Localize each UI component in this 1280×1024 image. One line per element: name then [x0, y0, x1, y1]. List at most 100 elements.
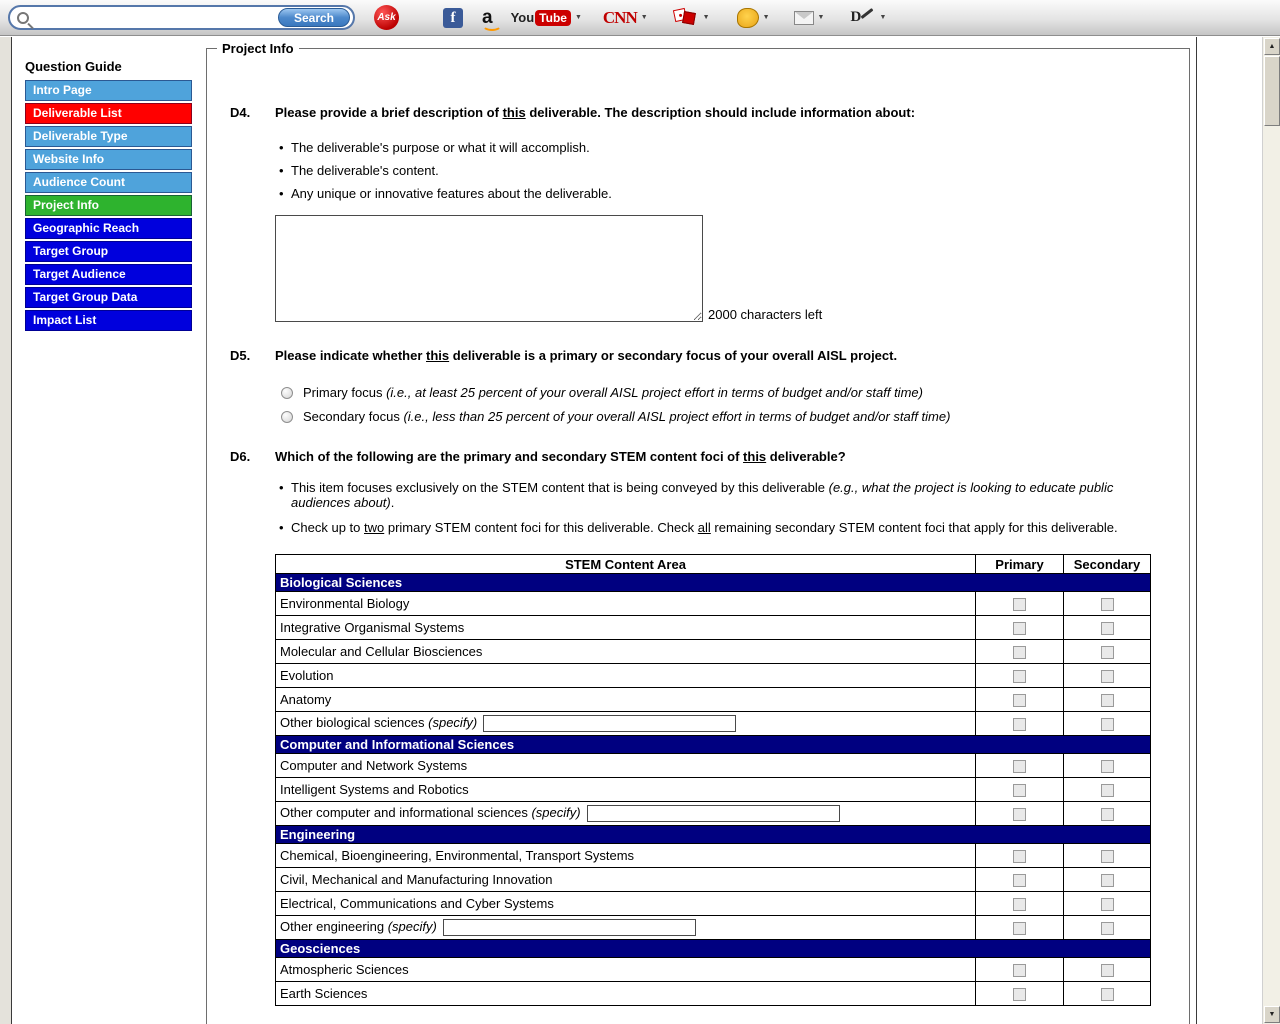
question-d5-text: Please indicate whether this deliverable…	[275, 348, 1169, 363]
cnn-icon: CNN	[603, 8, 637, 28]
primary-checkbox[interactable]	[1013, 898, 1026, 911]
secondary-checkbox[interactable]	[1101, 874, 1114, 887]
ask-icon: Ask	[374, 5, 399, 30]
question-d6-number: D6.	[230, 449, 275, 464]
secondary-cell	[1064, 802, 1151, 826]
secondary-checkbox[interactable]	[1101, 808, 1114, 821]
cnn-shortcut[interactable]: CNN	[603, 8, 648, 28]
d6-bullet: This item focuses exclusively on the STE…	[279, 480, 1124, 510]
secondary-checkbox[interactable]	[1101, 646, 1114, 659]
primary-checkbox[interactable]	[1013, 718, 1026, 731]
sidebar-item-impact-list[interactable]: Impact List	[25, 310, 192, 331]
facebook-icon: f	[443, 8, 463, 28]
question-d4-text: Please provide a brief description of th…	[275, 105, 1169, 120]
secondary-checkbox[interactable]	[1101, 622, 1114, 635]
dice-shortcut[interactable]	[672, 6, 710, 29]
primary-checkbox[interactable]	[1013, 670, 1026, 683]
stem-area-label: Other biological sciences (specify)	[276, 712, 976, 736]
primary-cell	[976, 592, 1064, 616]
sidebar-item-deliverable-list[interactable]: Deliverable List	[25, 103, 192, 124]
secondary-cell	[1064, 712, 1151, 736]
secondary-checkbox[interactable]	[1101, 922, 1114, 935]
question-d4-number: D4.	[230, 105, 275, 120]
scroll-down-button[interactable]	[1264, 1006, 1280, 1023]
sidebar-item-target-audience[interactable]: Target Audience	[25, 264, 192, 285]
primary-checkbox[interactable]	[1013, 598, 1026, 611]
mail-icon	[794, 11, 814, 25]
column-header-secondary: Secondary	[1064, 555, 1151, 574]
facebook-shortcut[interactable]: f	[443, 8, 463, 28]
primary-checkbox[interactable]	[1013, 760, 1026, 773]
primary-focus-label: Primary focus (i.e., at least 25 percent…	[303, 385, 923, 400]
description-textarea[interactable]	[275, 215, 703, 322]
specify-input[interactable]	[483, 715, 736, 732]
stem-area-label: Electrical, Communications and Cyber Sys…	[276, 892, 976, 916]
search-input[interactable]	[35, 8, 278, 27]
youtube-shortcut[interactable]: You Tube	[511, 10, 582, 26]
secondary-checkbox[interactable]	[1101, 760, 1114, 773]
sidebar-item-target-group-data[interactable]: Target Group Data	[25, 287, 192, 308]
secondary-checkbox[interactable]	[1101, 898, 1114, 911]
secondary-cell	[1064, 868, 1151, 892]
stem-area-label: Molecular and Cellular Biosciences	[276, 640, 976, 664]
table-row: Atmospheric Sciences	[276, 958, 1151, 982]
primary-cell	[976, 688, 1064, 712]
survey-page: Question Guide Intro PageDeliverable Lis…	[11, 37, 1197, 1024]
table-row: Computer and Network Systems	[276, 754, 1151, 778]
stem-area-label: Integrative Organismal Systems	[276, 616, 976, 640]
secondary-checkbox[interactable]	[1101, 964, 1114, 977]
primary-checkbox[interactable]	[1013, 646, 1026, 659]
table-row: Chemical, Bioengineering, Environmental,…	[276, 844, 1151, 868]
d4-bullets: The deliverable's purpose or what it wil…	[279, 136, 1169, 205]
secondary-focus-option: Secondary focus (i.e., less than 25 perc…	[281, 409, 1169, 424]
primary-checkbox[interactable]	[1013, 622, 1026, 635]
table-row: Other computer and informational science…	[276, 802, 1151, 826]
sidebar-item-deliverable-type[interactable]: Deliverable Type	[25, 126, 192, 147]
primary-cell	[976, 664, 1064, 688]
question-d5-number: D5.	[230, 348, 275, 363]
sidebar-item-website-info[interactable]: Website Info	[25, 149, 192, 170]
primary-focus-radio[interactable]	[281, 387, 293, 399]
stem-area-label: Civil, Mechanical and Manufacturing Inno…	[276, 868, 976, 892]
sidebar-item-audience-count[interactable]: Audience Count	[25, 172, 192, 193]
sidebar-item-project-info[interactable]: Project Info	[25, 195, 192, 216]
secondary-checkbox[interactable]	[1101, 694, 1114, 707]
amazon-shortcut[interactable]: a	[482, 8, 493, 28]
primary-checkbox[interactable]	[1013, 922, 1026, 935]
secondary-checkbox[interactable]	[1101, 784, 1114, 797]
primary-checkbox[interactable]	[1013, 784, 1026, 797]
mail-shortcut[interactable]	[794, 11, 825, 25]
primary-checkbox[interactable]	[1013, 694, 1026, 707]
search-button[interactable]: Search	[278, 8, 350, 27]
secondary-checkbox[interactable]	[1101, 670, 1114, 683]
table-section-title: Geosciences	[276, 940, 1151, 958]
sidebar-item-intro-page[interactable]: Intro Page	[25, 80, 192, 101]
specify-input[interactable]	[587, 805, 840, 822]
question-d5: D5. Please indicate whether this deliver…	[230, 348, 1169, 363]
secondary-checkbox[interactable]	[1101, 718, 1114, 731]
primary-checkbox[interactable]	[1013, 988, 1026, 1001]
question-guide-sidebar: Question Guide Intro PageDeliverable Lis…	[25, 59, 192, 333]
secondary-focus-label: Secondary focus (i.e., less than 25 perc…	[303, 409, 950, 424]
secondary-cell	[1064, 664, 1151, 688]
sidebar-item-geographic-reach[interactable]: Geographic Reach	[25, 218, 192, 239]
specify-input[interactable]	[443, 919, 696, 936]
secondary-checkbox[interactable]	[1101, 850, 1114, 863]
draw-shortcut[interactable]: D	[849, 8, 886, 28]
primary-checkbox[interactable]	[1013, 964, 1026, 977]
scrollbar-thumb[interactable]	[1264, 56, 1280, 126]
primary-checkbox[interactable]	[1013, 850, 1026, 863]
secondary-checkbox[interactable]	[1101, 598, 1114, 611]
primary-cell	[976, 802, 1064, 826]
scroll-up-button[interactable]	[1264, 38, 1280, 55]
stem-area-label: Anatomy	[276, 688, 976, 712]
secondary-focus-radio[interactable]	[281, 411, 293, 423]
primary-checkbox[interactable]	[1013, 874, 1026, 887]
d4-bullet: The deliverable's content.	[279, 159, 1169, 182]
sidebar-item-target-group[interactable]: Target Group	[25, 241, 192, 262]
secondary-checkbox[interactable]	[1101, 988, 1114, 1001]
primary-checkbox[interactable]	[1013, 808, 1026, 821]
table-header-row: STEM Content Area Primary Secondary	[276, 555, 1151, 574]
ask-shortcut[interactable]: Ask	[374, 5, 399, 30]
mascot-shortcut[interactable]	[737, 8, 770, 28]
